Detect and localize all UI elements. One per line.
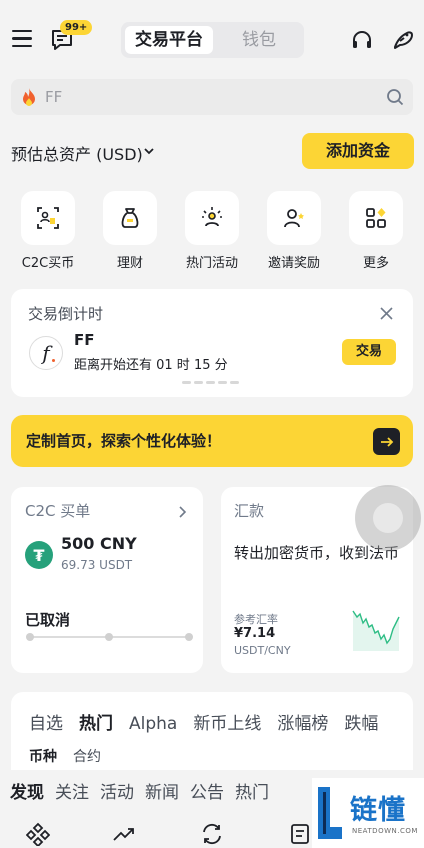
shortcut-label: 更多 (362, 256, 389, 271)
shortcut-invite[interactable]: 邀请奖励 (266, 191, 322, 271)
tab-favorites[interactable]: 自选 (29, 714, 63, 734)
shortcut-wealth[interactable]: 理财 (102, 191, 158, 271)
customize-home-banner[interactable]: 定制首页，探索个性化体验！ (11, 415, 413, 467)
trade-countdown-card: 交易倒计时 f FF 距离开始还有 01 时 15 分 交易 (11, 289, 413, 397)
search-bar[interactable]: FF (11, 79, 413, 115)
tab-gainers[interactable]: 涨幅榜 (277, 714, 328, 734)
rate-value: ¥7.14 (234, 626, 276, 641)
watermark-l-logo (318, 787, 342, 839)
home-icon[interactable] (25, 822, 51, 848)
shortcut-activity[interactable]: 热门活动 (184, 191, 240, 271)
top-segment-control: 交易平台 钱包 (121, 22, 304, 58)
shortcut-label: 热门活动 (185, 256, 238, 271)
fire-icon (21, 87, 37, 112)
tab-trending[interactable]: 热门 (235, 783, 269, 803)
headset-icon[interactable] (350, 28, 374, 52)
add-funds-button[interactable]: 添加资金 (302, 133, 414, 169)
tab-following[interactable]: 关注 (55, 783, 89, 803)
market-sub-tabs: 币种 合约 (29, 746, 101, 766)
shortcut-more[interactable]: 更多 (348, 191, 404, 271)
subtab-futures[interactable]: 合约 (73, 749, 101, 765)
tab-discover[interactable]: 发现 (10, 783, 44, 803)
tab-events[interactable]: 活动 (100, 783, 134, 803)
order-usdt: 69.73 USDT (61, 558, 133, 572)
tab-announcements[interactable]: 公告 (190, 783, 224, 803)
rate-pair: USDT/CNY (234, 644, 291, 657)
c2c-title: C2C 买单 (25, 502, 91, 520)
markets-icon[interactable] (112, 822, 136, 846)
rate-label: 参考汇率 (234, 613, 278, 626)
remittance-title: 汇款 (234, 502, 265, 520)
tab-wallet[interactable]: 钱包 (219, 26, 299, 54)
floating-assist-button[interactable] (355, 485, 421, 551)
chevron-right-icon[interactable] (177, 503, 187, 518)
chevron-down-icon[interactable] (142, 143, 156, 157)
token-symbol: FF (74, 331, 95, 349)
order-progress (26, 633, 193, 641)
tab-losers[interactable]: 跌幅 (344, 714, 378, 734)
assets-icon[interactable] (288, 822, 312, 846)
c2c-icon (21, 191, 75, 245)
banner-text: 定制首页，探索个性化体验！ (26, 432, 222, 450)
bird-icon[interactable] (390, 26, 416, 52)
tab-exchange[interactable]: 交易平台 (125, 26, 213, 54)
menu-icon[interactable] (12, 30, 32, 48)
close-icon[interactable] (380, 305, 393, 320)
countdown-title: 交易倒计时 (28, 305, 104, 323)
order-status: 已取消 (25, 611, 71, 629)
activity-icon (185, 191, 239, 245)
watermark-logo: 链懂 NEATDOWN.COM (312, 778, 424, 848)
shortcut-c2c[interactable]: C2C买币 (20, 191, 76, 271)
tab-new-listings[interactable]: 新币上线 (193, 714, 261, 734)
tab-news[interactable]: 新闻 (145, 783, 179, 803)
c2c-order-card[interactable]: C2C 买单 ₮ 500 CNY 69.73 USDT 已取消 (11, 487, 203, 673)
arrow-right-icon[interactable] (373, 428, 400, 455)
shortcut-label: 理财 (116, 256, 143, 271)
market-tabs: 自选 热门 Alpha 新币上线 涨幅榜 跌幅 (29, 709, 394, 734)
tab-alpha[interactable]: Alpha (129, 714, 177, 734)
order-amount: 500 CNY (61, 534, 137, 553)
more-grid-icon (349, 191, 403, 245)
tab-hot[interactable]: 热门 (79, 714, 113, 734)
shortcut-label: 邀请奖励 (267, 256, 320, 271)
search-input[interactable]: FF (45, 79, 62, 115)
carousel-dots (182, 381, 246, 384)
notification-badge: 99+ (60, 20, 93, 35)
token-logo: f (29, 336, 63, 370)
trade-button[interactable]: 交易 (342, 339, 396, 365)
wealth-bag-icon (103, 191, 157, 245)
countdown-time: 距离开始还有 01 时 15 分 (74, 358, 228, 373)
watermark-url: NEATDOWN.COM (352, 827, 418, 835)
trade-icon[interactable] (200, 822, 224, 846)
subtab-spot[interactable]: 币种 (29, 749, 57, 765)
invite-icon (267, 191, 321, 245)
rate-sparkline (352, 610, 400, 651)
shortcut-label: C2C买币 (21, 256, 75, 271)
estimated-assets-label[interactable]: 预估总资产 (USD) (11, 141, 143, 165)
watermark-title: 链懂 (350, 795, 406, 826)
tether-icon: ₮ (25, 541, 53, 569)
search-icon[interactable] (386, 88, 404, 106)
